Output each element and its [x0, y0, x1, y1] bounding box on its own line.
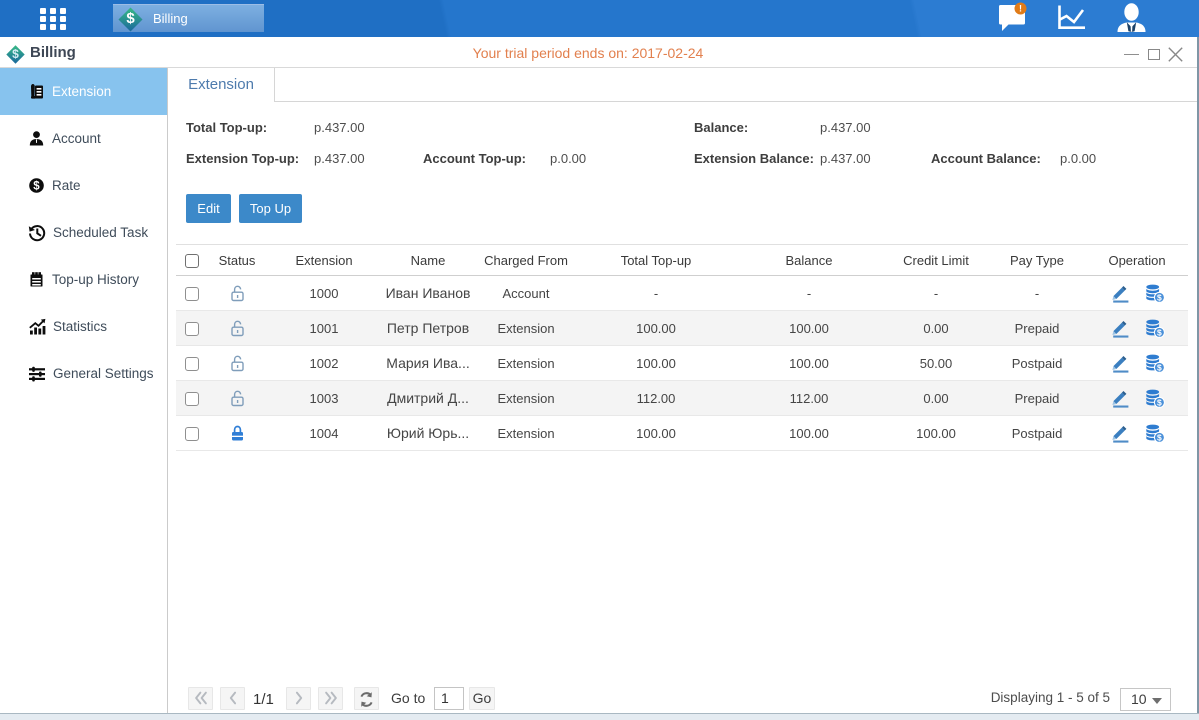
svg-text:$: $: [33, 181, 40, 193]
svg-text:$: $: [1157, 292, 1162, 302]
svg-text:!: !: [1019, 4, 1022, 14]
svg-text:$: $: [1157, 362, 1162, 372]
svg-text:$: $: [1157, 397, 1162, 407]
svg-text:$: $: [1157, 327, 1162, 337]
svg-text:$: $: [1157, 432, 1162, 442]
